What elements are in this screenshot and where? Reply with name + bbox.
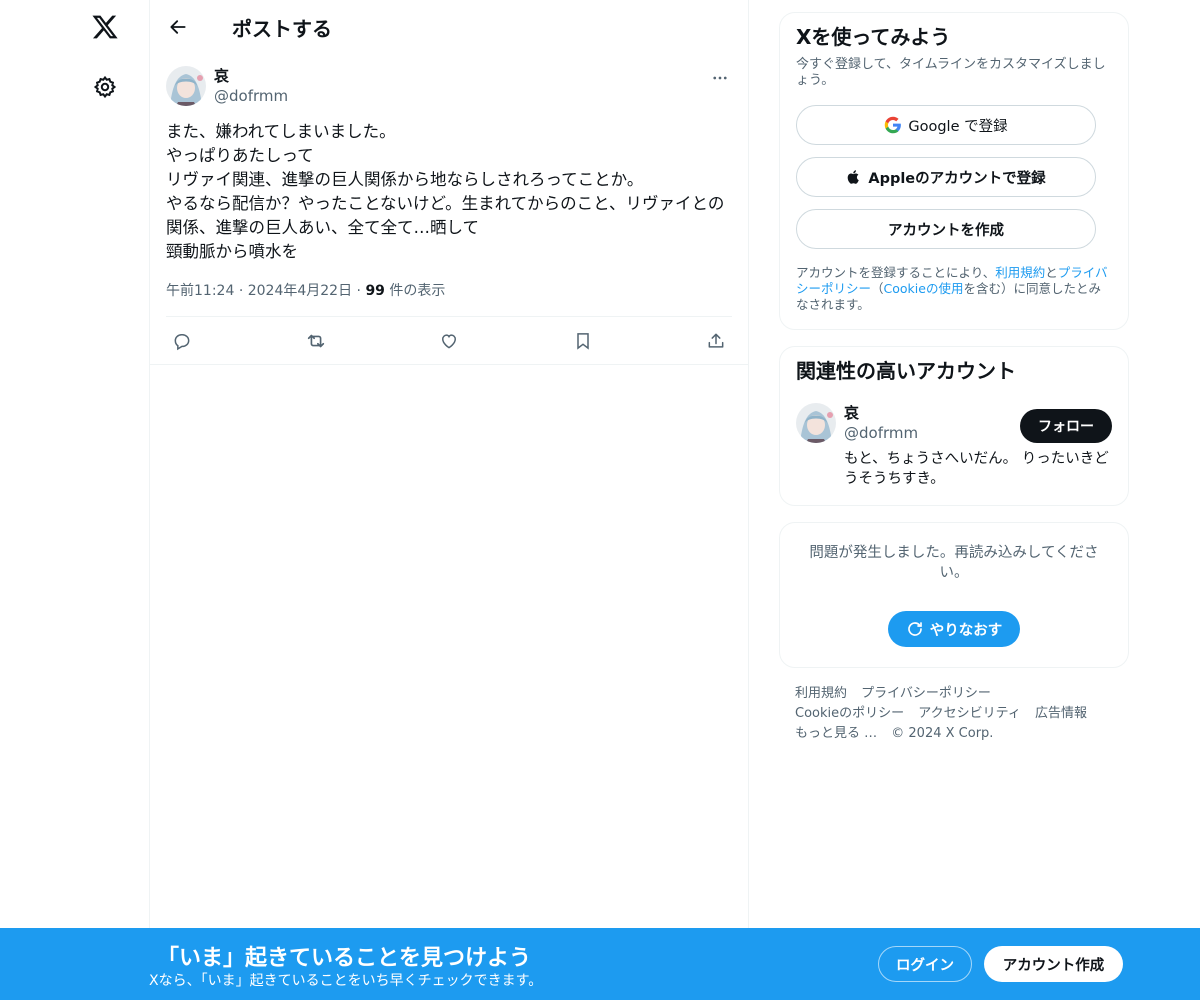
retry-label: やりなおす: [929, 622, 1003, 639]
left-nav: [0, 0, 150, 1000]
google-signup-label: Google で登録: [908, 118, 1008, 135]
bottom-create-account-button[interactable]: アカウント作成: [984, 946, 1123, 982]
error-message: 問題が発生しました。再読み込みしてください。: [809, 545, 1099, 581]
google-icon: [884, 116, 902, 134]
footer-more-link[interactable]: もっと見る …: [795, 726, 877, 741]
bottom-bar-title: 「いま」起きていることを見つけよう: [157, 946, 532, 971]
legal-text: と: [1045, 265, 1058, 280]
main-column: ポストする 哀 @dofrmm また、嫌われてしまいました。 やっぱりあたしって…: [149, 0, 749, 1000]
legal-notice: アカウントを登録することにより、利用規約とプライバシーポリシー（Cookieの使…: [796, 265, 1112, 313]
google-signup-button[interactable]: Google で登録: [796, 105, 1096, 145]
related-accounts-card: 関連性の高いアカウント 哀 @dofrmm もと、ちょうさへいだん。 りったいき…: [779, 346, 1129, 506]
right-sidebar: Xを使ってみよう 今すぐ登録して、タイムラインをカスタマイズしましょう。 Goo…: [779, 12, 1129, 744]
author-name[interactable]: 哀: [214, 66, 288, 86]
post: 哀 @dofrmm また、嫌われてしまいました。 やっぱりあたしって リヴァイ関…: [150, 54, 748, 365]
post-text: また、嫌われてしまいました。 やっぱりあたしって リヴァイ関連、進撃の巨人関係か…: [166, 122, 725, 261]
apple-signup-label: Appleのアカウントで登録: [868, 170, 1046, 187]
retry-button[interactable]: やりなおす: [887, 611, 1021, 647]
signup-card: Xを使ってみよう 今すぐ登録して、タイムラインをカスタマイズしましょう。 Goo…: [779, 12, 1129, 330]
signup-subtitle: 今すぐ登録して、タイムラインをカスタマイズしましょう。: [796, 57, 1106, 88]
x-logo-icon[interactable]: [88, 10, 122, 44]
repost-icon[interactable]: [304, 329, 328, 353]
meta-separator: ·: [238, 283, 248, 299]
footer-terms-link[interactable]: 利用規約: [795, 686, 847, 701]
avatar[interactable]: [796, 403, 836, 443]
views-count: 99: [365, 283, 385, 299]
author-handle[interactable]: @dofrmm: [214, 86, 288, 106]
post-header: 哀 @dofrmm: [166, 54, 732, 106]
views-label: 件の表示: [389, 283, 446, 299]
footer-cookie-link[interactable]: Cookieのポリシー: [795, 706, 904, 721]
page-header: ポストする: [150, 0, 748, 54]
cookie-link[interactable]: Cookieの使用: [884, 281, 964, 296]
post-meta: 午前11:24 · 2024年4月22日 · 99 件の表示: [166, 280, 732, 317]
create-account-button[interactable]: アカウントを作成: [796, 209, 1096, 249]
more-options-icon[interactable]: [708, 66, 732, 90]
footer-links: 利用規約 プライバシーポリシー Cookieのポリシー アクセシビリティ 広告情…: [779, 684, 1129, 744]
bottom-bar-subtitle: Xなら、「いま」起きていることをいち早くチェックできます。: [149, 973, 543, 989]
page-title: ポストする: [232, 16, 332, 41]
follow-button[interactable]: フォロー: [1020, 409, 1112, 443]
share-icon[interactable]: [704, 329, 728, 353]
related-title: 関連性の高いアカウント: [796, 359, 1016, 383]
error-card: 問題が発生しました。再読み込みしてください。 やりなおす: [779, 522, 1129, 668]
footer-ads-link[interactable]: 広告情報: [1035, 706, 1087, 721]
footer-copyright: © 2024 X Corp.: [891, 726, 994, 741]
terms-link[interactable]: 利用規約: [995, 265, 1045, 280]
avatar[interactable]: [166, 66, 206, 106]
post-date[interactable]: 2024年4月22日: [248, 283, 352, 299]
footer-accessibility-link[interactable]: アクセシビリティ: [918, 706, 1021, 721]
reply-icon[interactable]: [170, 329, 194, 353]
bookmark-icon[interactable]: [571, 329, 595, 353]
apple-icon: [846, 168, 862, 186]
legal-text: （: [871, 281, 884, 296]
like-icon[interactable]: [437, 329, 461, 353]
signup-title: Xを使ってみよう: [796, 25, 951, 49]
bottom-signup-bar: 「いま」起きていることを見つけよう Xなら、「いま」起きていることをいち早くチェ…: [0, 928, 1200, 1000]
footer-privacy-link[interactable]: プライバシーポリシー: [861, 686, 991, 701]
refresh-icon: [907, 622, 922, 636]
login-button[interactable]: ログイン: [878, 946, 972, 982]
legal-text: アカウントを登録することにより、: [796, 265, 996, 280]
related-bio: もと、ちょうさへいだん。 りったいきどうそうちすき。: [844, 451, 1109, 487]
apple-signup-button[interactable]: Appleのアカウントで登録: [796, 157, 1096, 197]
post-time[interactable]: 午前11:24: [166, 283, 234, 299]
related-account[interactable]: 哀 @dofrmm もと、ちょうさへいだん。 りったいきどうそうちすき。 フォロ…: [796, 403, 1112, 489]
gear-icon[interactable]: [89, 71, 121, 103]
back-arrow-icon[interactable]: [160, 9, 196, 45]
post-actions: [150, 317, 748, 365]
